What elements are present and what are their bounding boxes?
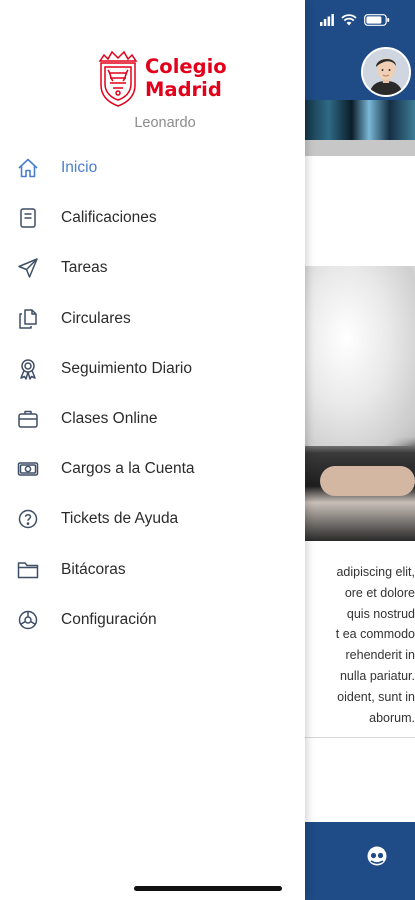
paragraph-line: nulla pariatur.	[339, 668, 415, 683]
status-bar	[320, 14, 390, 26]
battery-icon	[364, 14, 390, 26]
menu-item-label: Tareas	[61, 259, 108, 277]
menu-item-cargos-a-la-cuenta[interactable]: Cargos a la Cuenta	[0, 444, 305, 494]
settings-icon	[17, 609, 39, 631]
award-icon	[17, 358, 39, 380]
menu-item-tareas[interactable]: Tareas	[0, 243, 305, 293]
drawer-menu: Inicio Calificaciones Tareas Circulares	[0, 143, 305, 645]
menu-item-bitacoras[interactable]: Bitácoras	[0, 545, 305, 595]
menu-item-label: Clases Online	[61, 410, 158, 428]
menu-item-inicio[interactable]: Inicio	[0, 143, 305, 193]
user-name: Leonardo	[134, 115, 196, 131]
paragraph-line: aborum.	[369, 710, 415, 725]
logo-wordmark: Colegio Madrid	[145, 55, 227, 101]
menu-item-label: Tickets de Ayuda	[61, 510, 179, 528]
document-icon	[17, 207, 39, 229]
paragraph-line: t ea commodo	[335, 627, 415, 642]
folder-icon	[17, 559, 39, 581]
paragraph-line: rehenderit in	[345, 648, 415, 663]
avatar[interactable]	[361, 47, 411, 97]
news-photo	[300, 266, 415, 541]
divider	[300, 737, 415, 738]
paragraph-line: quis nostrud	[346, 606, 415, 621]
logo-line: Madrid	[145, 78, 222, 101]
menu-item-label: Inicio	[61, 159, 98, 177]
menu-item-label: Bitácoras	[61, 560, 126, 578]
home-indicator	[134, 886, 282, 891]
menu-item-circulares[interactable]: Circulares	[0, 294, 305, 344]
menu-item-configuracion[interactable]: Configuración	[0, 595, 305, 645]
menu-item-clases-online[interactable]: Clases Online	[0, 394, 305, 444]
money-icon	[17, 458, 39, 480]
signal-icon	[320, 14, 334, 26]
logo-line: Colegio	[145, 55, 227, 78]
menu-item-label: Seguimiento Diario	[61, 359, 192, 377]
section-bar	[300, 140, 415, 156]
menu-item-calificaciones[interactable]: Calificaciones	[0, 193, 305, 243]
menu-item-label: Configuración	[61, 610, 157, 628]
help-icon	[17, 508, 39, 530]
support-icon[interactable]	[366, 845, 388, 867]
send-icon	[17, 257, 39, 279]
paragraph-line: adipiscing elit,	[336, 565, 415, 579]
navigation-drawer: Colegio Madrid Leonardo Inicio Calificac…	[0, 0, 305, 900]
menu-item-label: Cargos a la Cuenta	[61, 460, 195, 478]
crest-icon	[98, 50, 138, 107]
menu-item-label: Calificaciones	[61, 209, 157, 227]
school-logo: Colegio Madrid	[96, 47, 227, 109]
paragraph-line: ore et dolore	[344, 585, 415, 600]
briefcase-icon	[17, 408, 39, 430]
avatar-image	[363, 49, 409, 95]
menu-item-tickets-de-ayuda[interactable]: Tickets de Ayuda	[0, 494, 305, 544]
news-paragraph: adipiscing elit, ore et dolore quis nost…	[300, 562, 415, 728]
copy-icon	[17, 308, 39, 330]
bottom-tab-bar	[300, 822, 415, 900]
paragraph-line: oident, sunt in	[337, 689, 415, 704]
wifi-icon	[341, 14, 357, 26]
menu-item-label: Circulares	[61, 309, 131, 327]
menu-item-seguimiento-diario[interactable]: Seguimiento Diario	[0, 344, 305, 394]
home-icon	[17, 157, 39, 179]
